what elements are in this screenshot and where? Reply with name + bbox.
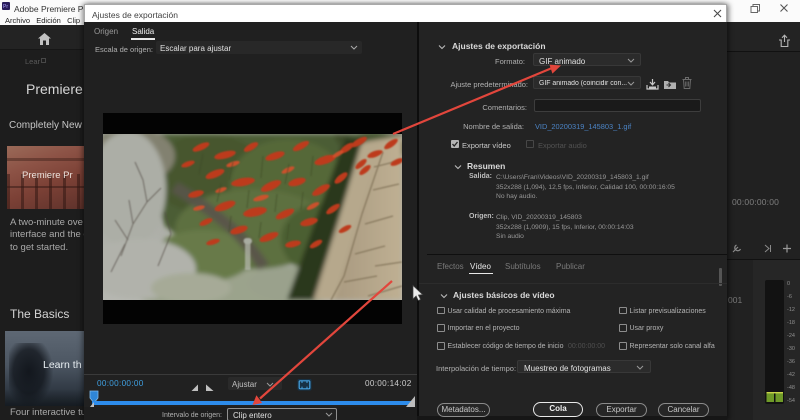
svg-text:-12: -12 xyxy=(787,307,795,313)
svg-text:-48: -48 xyxy=(787,385,795,391)
svg-text:-30: -30 xyxy=(787,346,795,352)
svg-text:-24: -24 xyxy=(787,333,795,339)
svg-text:-54: -54 xyxy=(787,398,795,404)
svg-text:-36: -36 xyxy=(787,359,795,365)
svg-text:-18: -18 xyxy=(787,320,795,326)
svg-text:-6: -6 xyxy=(787,294,792,300)
svg-text:0: 0 xyxy=(787,281,790,287)
svg-text:-42: -42 xyxy=(787,372,795,378)
